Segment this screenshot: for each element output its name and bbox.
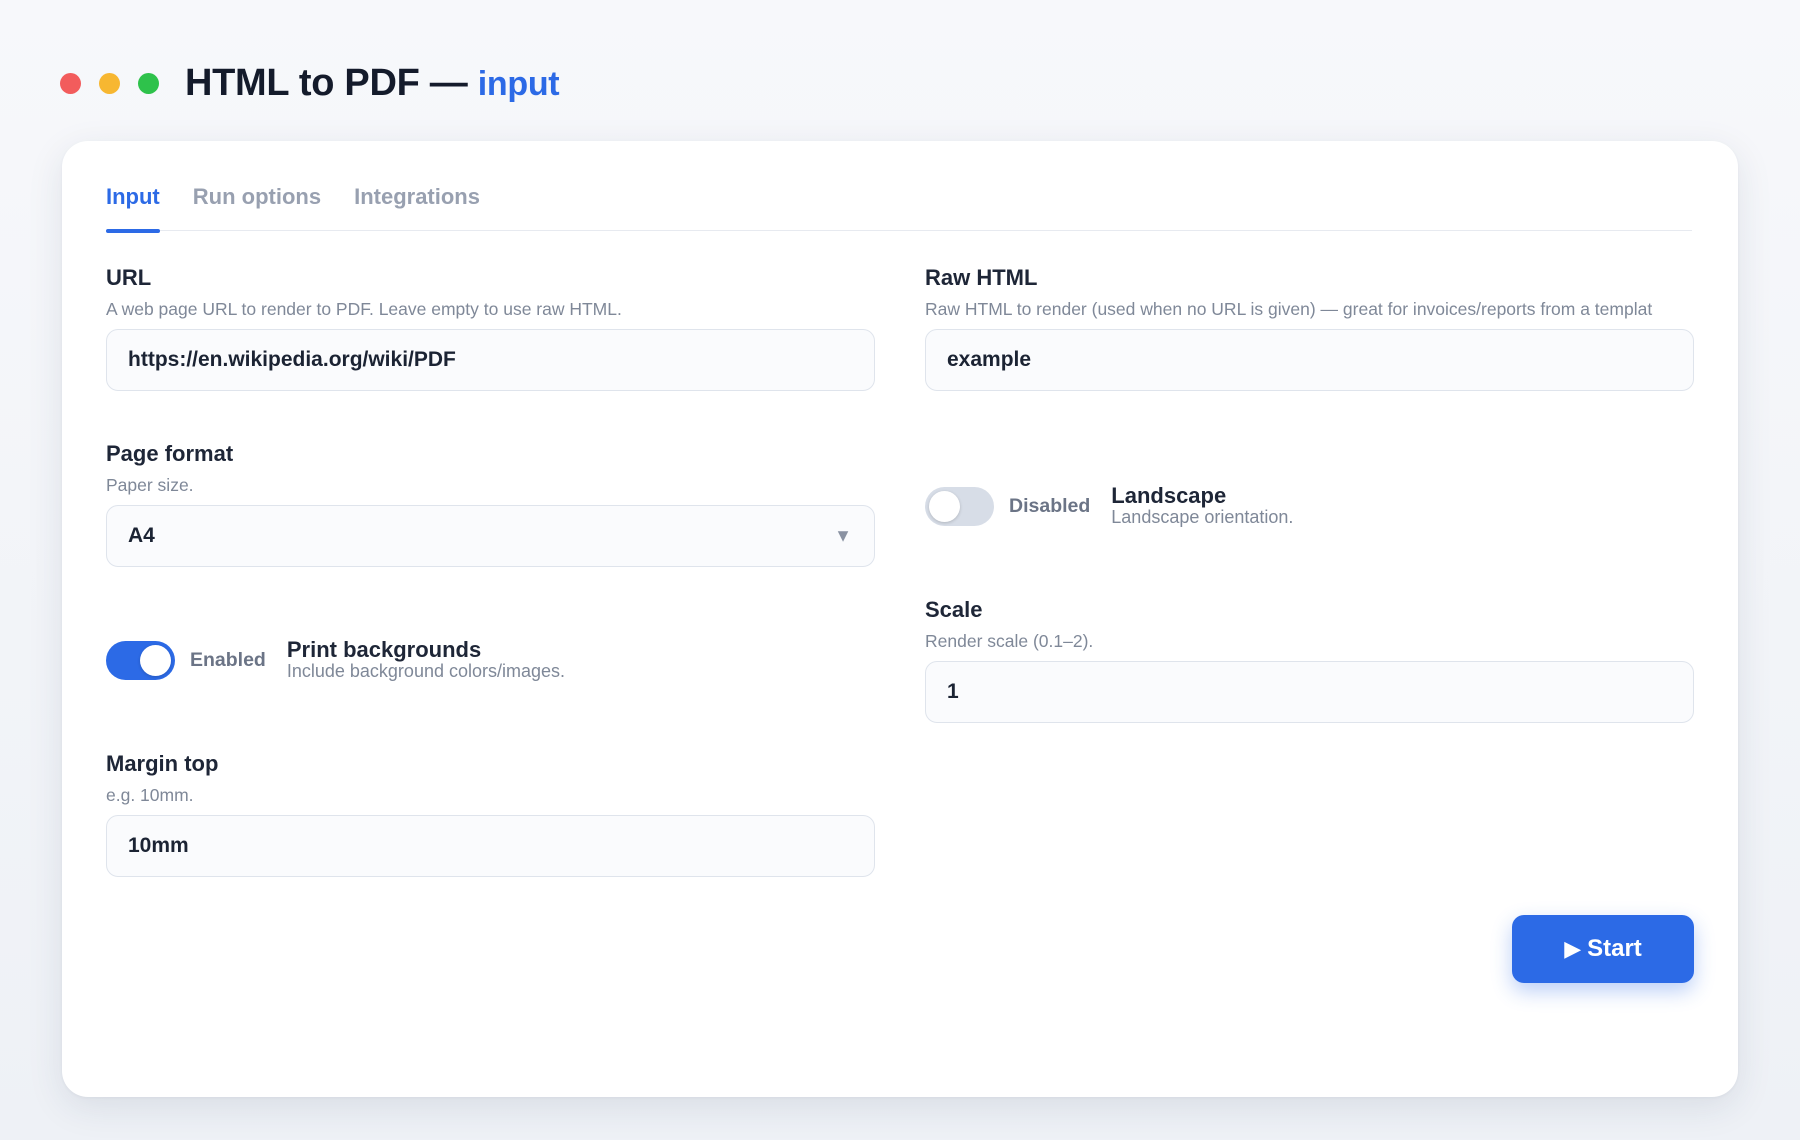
raw-html-input[interactable]: example (925, 329, 1694, 391)
tab-integrations[interactable]: Integrations (354, 177, 480, 231)
start-button[interactable]: ▶ Start (1512, 915, 1694, 983)
toggle-knob (140, 644, 171, 676)
landscape-help: Landscape orientation. (1111, 507, 1294, 527)
page-format-help: Paper size. (106, 475, 194, 495)
landscape-toggle[interactable] (925, 486, 994, 526)
tab-input[interactable]: Input (106, 177, 160, 233)
page-format-field-group: Page format Paper size. A4 ▼ (106, 441, 875, 567)
print-backgrounds-toggle-row: Enabled Print backgrounds Include backgr… (106, 639, 565, 681)
landscape-text: Landscape Landscape orientation. (1111, 483, 1294, 528)
page-format-select[interactable]: A4 ▼ (106, 505, 875, 567)
page-format-label: Page format (106, 441, 234, 466)
page-title: HTML to PDF — input (185, 61, 560, 105)
form-card: Input Run options Integrations URL A web… (62, 141, 1738, 1097)
raw-html-label: Raw HTML (925, 265, 1038, 290)
print-backgrounds-label: Print backgrounds (286, 637, 482, 662)
scale-input[interactable]: 1 (925, 661, 1694, 723)
scale-label: Scale (925, 597, 983, 622)
url-help: A web page URL to render to PDF. Leave e… (106, 299, 622, 319)
play-icon: ▶ (1564, 936, 1582, 961)
print-backgrounds-help: Include background colors/images. (286, 661, 566, 681)
raw-html-field-group: Raw HTML Raw HTML to render (used when n… (925, 265, 1694, 391)
landscape-toggle-row: Disabled Landscape Landscape orientation… (925, 485, 1293, 527)
scale-help: Render scale (0.1–2). (925, 631, 1094, 651)
window-header: HTML to PDF — input (60, 58, 560, 108)
print-backgrounds-toggle[interactable] (106, 640, 175, 680)
margin-top-input[interactable]: 10mm (106, 815, 875, 877)
start-label: Start (1587, 935, 1642, 962)
raw-html-help: Raw HTML to render (used when no URL is … (925, 299, 1653, 319)
scale-field-group: Scale Render scale (0.1–2). 1 (925, 597, 1694, 723)
margin-top-label: Margin top (106, 751, 219, 776)
toggle-knob (929, 490, 960, 522)
maximize-window-dot[interactable] (138, 72, 159, 94)
url-label: URL (106, 265, 152, 290)
minimize-window-dot[interactable] (99, 72, 120, 94)
page-format-value: A4 (128, 524, 155, 547)
landscape-state: Disabled (1009, 494, 1091, 517)
tab-run-options[interactable]: Run options (193, 177, 321, 231)
page-title-accent: input (477, 64, 560, 103)
url-field-group: URL A web page URL to render to PDF. Lea… (106, 265, 875, 391)
page-title-main: HTML to PDF — (185, 61, 468, 104)
margin-top-field-group: Margin top e.g. 10mm. 10mm (106, 751, 875, 877)
print-backgrounds-text: Print backgrounds Include background col… (286, 637, 566, 682)
landscape-label: Landscape (1111, 483, 1227, 508)
margin-top-help: e.g. 10mm. (106, 785, 194, 805)
close-window-dot[interactable] (60, 72, 81, 94)
print-backgrounds-state: Enabled (190, 648, 266, 671)
tab-bar: Input Run options Integrations (106, 177, 1692, 233)
chevron-down-icon: ▼ (834, 525, 852, 546)
url-input[interactable]: https://en.wikipedia.org/wiki/PDF (106, 329, 875, 391)
